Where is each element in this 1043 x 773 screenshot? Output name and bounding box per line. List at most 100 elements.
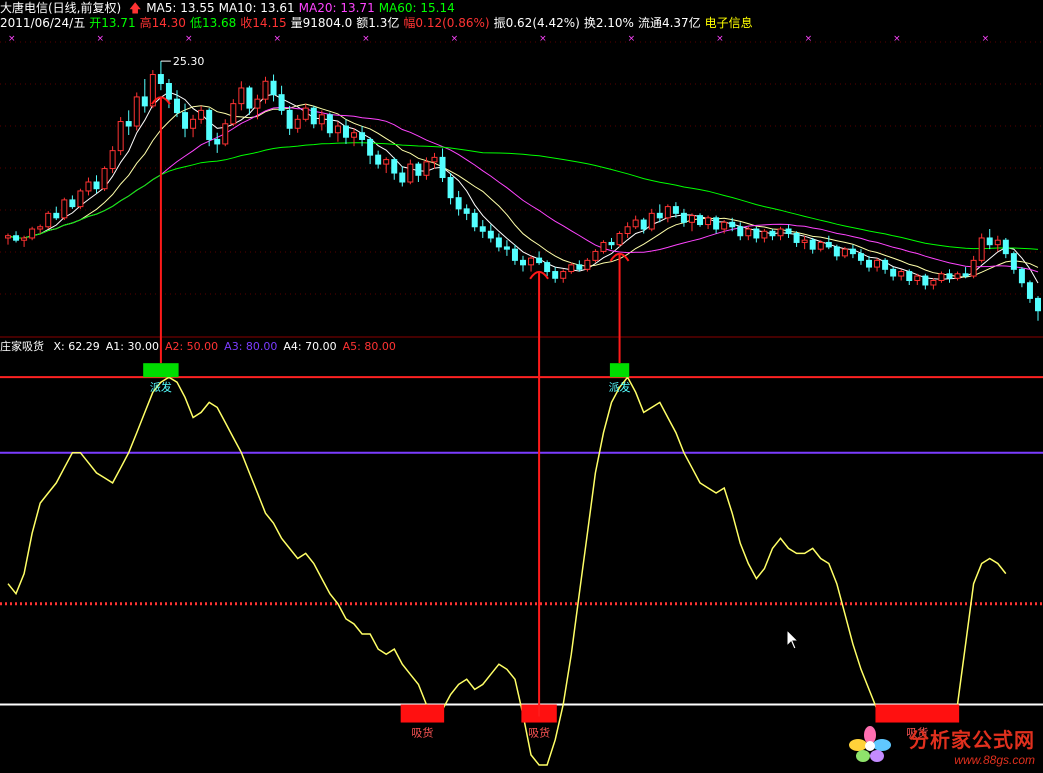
indicator-param-1: A1: 30.00 (105, 340, 159, 353)
candle-body (1035, 297, 1041, 312)
candle-body (938, 273, 945, 282)
candle-body (463, 208, 470, 214)
candle-body (511, 248, 518, 261)
candle-body (487, 230, 494, 239)
candle-body (391, 159, 398, 174)
candle-body (479, 226, 486, 232)
candle-body (664, 206, 671, 219)
candle-body (455, 197, 462, 210)
candle-body (930, 280, 937, 286)
quote-field-4: 收14.15 (240, 16, 287, 30)
candle-body (21, 237, 28, 241)
candle-body (5, 235, 11, 239)
candle-body (117, 121, 124, 152)
candle-body (439, 156, 446, 179)
candle-body (182, 112, 189, 129)
candle-body (13, 235, 20, 241)
candle-body (954, 273, 961, 279)
marker-x: × (97, 34, 105, 44)
quote-field-0: 2011/06/24/五 (0, 16, 86, 30)
watermark-url: www.88gs.com (954, 753, 1035, 767)
candle-body (471, 212, 478, 228)
candle-body (729, 221, 736, 228)
candle-body (399, 172, 406, 183)
marker-x: × (893, 34, 901, 44)
candle-body (890, 268, 897, 277)
buy-signal-label: 吸货 (411, 726, 433, 740)
candle-body (37, 226, 44, 230)
candle-body (495, 237, 502, 248)
sell-signal-label: 派发 (609, 380, 631, 394)
candle-body (833, 246, 840, 257)
candle-body (898, 271, 905, 277)
candle-body (544, 262, 551, 273)
candle-body (841, 248, 848, 257)
candle-body (640, 219, 647, 230)
marker-x: × (185, 34, 193, 44)
candle-body (61, 199, 68, 219)
ma-label-3: MA60: 15.14 (378, 1, 455, 15)
candle-body (326, 114, 333, 134)
candle-body (214, 138, 221, 145)
candle-body (946, 273, 953, 279)
candle-body (874, 259, 881, 268)
candle-body (528, 257, 535, 266)
candle-body (1018, 268, 1025, 284)
candle-body (262, 80, 269, 100)
candle-body (198, 109, 205, 120)
candle-body (520, 259, 526, 266)
candle-body (1002, 239, 1009, 255)
quote-field-10: 流通4.37亿 (637, 16, 701, 30)
candle-body (173, 98, 180, 114)
candle-body (109, 150, 116, 170)
candle-body (165, 82, 172, 100)
buy-signal-label: 吸货 (528, 726, 550, 740)
candle-body (415, 163, 422, 176)
candle-body (648, 212, 655, 230)
marker-x: × (716, 34, 724, 44)
candle-body (503, 246, 510, 250)
candle-body (817, 241, 824, 250)
candle-body (568, 264, 575, 273)
marker-x: × (805, 34, 813, 44)
candle-body (745, 228, 752, 237)
candle-body (190, 118, 197, 129)
candle-body (608, 241, 615, 246)
sell-signal-block (609, 363, 630, 378)
quote-field-8: 振0.62(4.42%) (493, 16, 580, 30)
candle-body (809, 239, 816, 250)
candle-body (222, 123, 229, 145)
candle-body (592, 250, 599, 261)
quote-field-11: 电子信息 (704, 16, 753, 30)
candle-body (447, 177, 454, 199)
buy-signal-block (400, 704, 445, 723)
indicator-param-4: A4: 70.00 (283, 340, 337, 353)
candle-body (29, 228, 36, 239)
candle-body (254, 98, 261, 109)
candle-body (93, 181, 100, 190)
up-arrow-icon: 🡅 (129, 1, 142, 15)
indicator-param-3: A3: 80.00 (224, 340, 278, 353)
watermark-name: 分析家公式网 (909, 728, 1035, 752)
candle-body (238, 87, 245, 105)
marker-x: × (628, 34, 636, 44)
ma-line-ma20 (7, 106, 1039, 273)
quote-field-1: 开13.71 (89, 16, 136, 30)
candle-body (383, 159, 390, 165)
candle-body (560, 271, 567, 279)
candle-body (866, 259, 873, 268)
candle-body (697, 215, 704, 226)
marker-x: × (539, 34, 547, 44)
indicator-param-0: X: 62.29 (53, 340, 100, 353)
candle-body (53, 212, 60, 219)
ma-label-2: MA20: 13.71 (298, 1, 375, 15)
flower-logo-icon (849, 726, 891, 762)
candle-body (334, 125, 341, 134)
candle-body (785, 228, 792, 234)
indicator-line (7, 375, 1007, 766)
candle-body (423, 161, 430, 176)
candle-body (857, 253, 864, 261)
quote-field-7: 幅0.12(0.86%) (403, 16, 490, 30)
buy-signal-block (875, 704, 960, 723)
candle-body (375, 154, 382, 165)
